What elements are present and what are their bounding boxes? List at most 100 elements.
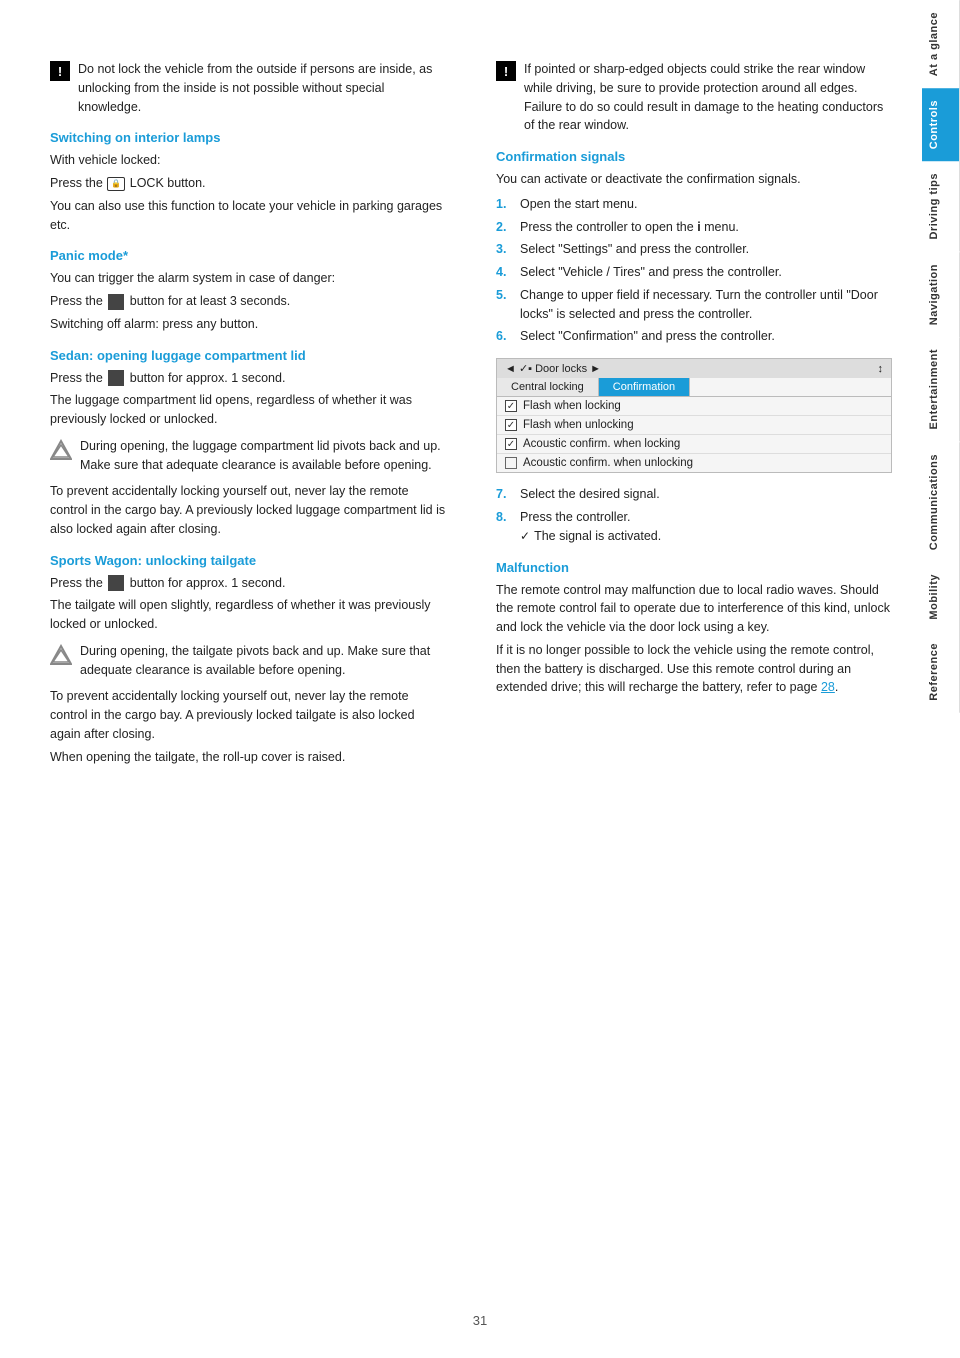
para-locate-vehicle: You can also use this function to locate… (50, 197, 446, 235)
step-4-text: Select "Vehicle / Tires" and press the c… (520, 263, 782, 282)
step-7-num: 7. (496, 485, 512, 504)
right-column: ! If pointed or sharp-edged objects coul… (481, 60, 892, 1318)
step-6: 6. Select "Confirmation" and press the c… (496, 327, 892, 346)
para-malfunction-2: If it is no longer possible to lock the … (496, 641, 892, 697)
widget-row-4: Acoustic confirm. when unlocking (497, 454, 891, 472)
heading-sedan: Sedan: opening luggage compartment lid (50, 348, 446, 363)
warning-box-2: ! If pointed or sharp-edged objects coul… (496, 60, 892, 135)
step-4-num: 4. (496, 263, 512, 282)
page-number: 31 (473, 1313, 487, 1328)
para-vehicle-locked: With vehicle locked: (50, 151, 446, 170)
row2-label: Flash when unlocking (523, 419, 634, 431)
sidebar-tab-navigation[interactable]: Navigation (922, 252, 960, 337)
step-2-text: Press the controller to open the i menu. (520, 218, 739, 237)
step-2: 2. Press the controller to open the i me… (496, 218, 892, 237)
para-sw-4: When opening the tailgate, the roll-up c… (50, 748, 446, 767)
checkbox-flash-unlocking[interactable]: ✓ (505, 419, 517, 431)
step-1-text: Open the start menu. (520, 195, 637, 214)
note-text-sedan: During opening, the luggage compartment … (80, 437, 446, 475)
note-text-sw: During opening, the tailgate pivots back… (80, 642, 446, 680)
sidebar-tab-mobility[interactable]: Mobility (922, 562, 960, 632)
heading-sports-wagon: Sports Wagon: unlocking tailgate (50, 553, 446, 568)
checkbox-acoustic-unlocking[interactable] (505, 457, 517, 469)
para-confirmation-intro: You can activate or deactivate the confi… (496, 170, 892, 189)
heading-confirmation: Confirmation signals (496, 149, 892, 164)
widget-tab-confirmation[interactable]: Confirmation (599, 378, 690, 396)
widget-header-right: ↕ (878, 363, 884, 375)
note-sports-wagon: During opening, the tailgate pivots back… (50, 642, 446, 680)
left-column: ! Do not lock the vehicle from the outsi… (50, 60, 461, 1318)
step-3: 3. Select "Settings" and press the contr… (496, 240, 892, 259)
step-6-num: 6. (496, 327, 512, 346)
checkbox-flash-locking[interactable]: ✓ (505, 400, 517, 412)
sidebar-tab-communications[interactable]: Communications (922, 442, 960, 562)
step-2-num: 2. (496, 218, 512, 237)
step-8: 8. Press the controller. ✓ The signal is… (496, 508, 892, 546)
sidebar-tab-driving-tips[interactable]: Driving tips (922, 161, 960, 252)
heading-panic-mode: Panic mode* (50, 248, 446, 263)
para-panic-2: Press the button for at least 3 seconds. (50, 292, 446, 311)
step-8-text: Press the controller. ✓ The signal is ac… (520, 508, 661, 546)
sidebar-tab-reference[interactable]: Reference (922, 631, 960, 713)
note-sedan: During opening, the luggage compartment … (50, 437, 446, 475)
step-8-num: 8. (496, 508, 512, 527)
step-4: 4. Select "Vehicle / Tires" and press th… (496, 263, 892, 282)
step-5: 5. Change to upper field if necessary. T… (496, 286, 892, 324)
sidebar-tab-at-a-glance[interactable]: At a glance (922, 0, 960, 88)
warning-box-1: ! Do not lock the vehicle from the outsi… (50, 60, 446, 116)
page-number-area: 31 (473, 1313, 487, 1328)
widget-header: ◄ ✓▪ Door locks ► ↕ (497, 359, 891, 378)
signal-activated-text: The signal is activated. (534, 527, 661, 546)
lock-button-icon: 🔒 (107, 177, 125, 191)
step-5-text: Change to upper field if necessary. Turn… (520, 286, 892, 324)
step-1-num: 1. (496, 195, 512, 214)
row1-label: Flash when locking (523, 400, 621, 412)
heading-malfunction: Malfunction (496, 560, 892, 575)
note-triangle-sw (50, 644, 72, 669)
para-sedan-1: Press the button for approx. 1 second. (50, 369, 446, 388)
sidebar-tab-entertainment[interactable]: Entertainment (922, 337, 960, 441)
widget-header-left: ◄ ✓▪ Door locks ► (505, 362, 601, 375)
widget-row-3: ✓ Acoustic confirm. when locking (497, 435, 891, 454)
door-locks-widget[interactable]: ◄ ✓▪ Door locks ► ↕ Central locking Conf… (496, 358, 892, 473)
sidebar: At a glance Controls Driving tips Naviga… (922, 0, 960, 1358)
steps-cont-list: 7. Select the desired signal. 8. Press t… (496, 485, 892, 546)
step-3-num: 3. (496, 240, 512, 259)
step-1: 1. Open the start menu. (496, 195, 892, 214)
step-3-text: Select "Settings" and press the controll… (520, 240, 749, 259)
row4-label: Acoustic confirm. when unlocking (523, 457, 693, 469)
sidebar-tab-controls[interactable]: Controls (922, 88, 960, 161)
step-6-text: Select "Confirmation" and press the cont… (520, 327, 775, 346)
page-wrapper: ! Do not lock the vehicle from the outsi… (0, 0, 960, 1358)
heading-switching-interior: Switching on interior lamps (50, 130, 446, 145)
warning-text-1: Do not lock the vehicle from the outside… (78, 60, 446, 116)
note-triangle-sedan (50, 439, 72, 464)
widget-row-1: ✓ Flash when locking (497, 397, 891, 416)
para-panic-1: You can trigger the alarm system in case… (50, 269, 446, 288)
para-sw-2: The tailgate will open slightly, regardl… (50, 596, 446, 634)
remote-btn-icon-sw (108, 575, 124, 591)
step-7: 7. Select the desired signal. (496, 485, 892, 504)
para-sedan-2: The luggage compartment lid opens, regar… (50, 391, 446, 429)
row3-label: Acoustic confirm. when locking (523, 438, 680, 450)
remote-btn-icon-sedan (108, 370, 124, 386)
page-link-28[interactable]: 28 (821, 680, 835, 694)
checkbox-acoustic-locking[interactable]: ✓ (505, 438, 517, 450)
para-panic-3: Switching off alarm: press any button. (50, 315, 446, 334)
warning-text-2: If pointed or sharp-edged objects could … (524, 60, 892, 135)
widget-tab-central[interactable]: Central locking (497, 378, 599, 396)
para-sedan-3: To prevent accidentally locking yourself… (50, 482, 446, 538)
malfunction-para2-end: . (835, 680, 838, 694)
main-content: ! Do not lock the vehicle from the outsi… (0, 0, 922, 1358)
widget-row-2: ✓ Flash when unlocking (497, 416, 891, 435)
checkmark-icon: ✓ (520, 527, 530, 545)
para-sw-1: Press the button for approx. 1 second. (50, 574, 446, 593)
remote-button-icon (108, 294, 124, 310)
warning-icon-2: ! (496, 61, 516, 81)
para-malfunction-1: The remote control may malfunction due t… (496, 581, 892, 637)
widget-tabs: Central locking Confirmation (497, 378, 891, 397)
para-press-lock: Press the 🔒 LOCK button. (50, 174, 446, 193)
para-sw-3: To prevent accidentally locking yourself… (50, 687, 446, 743)
malfunction-para2-text: If it is no longer possible to lock the … (496, 643, 874, 695)
step-5-num: 5. (496, 286, 512, 305)
